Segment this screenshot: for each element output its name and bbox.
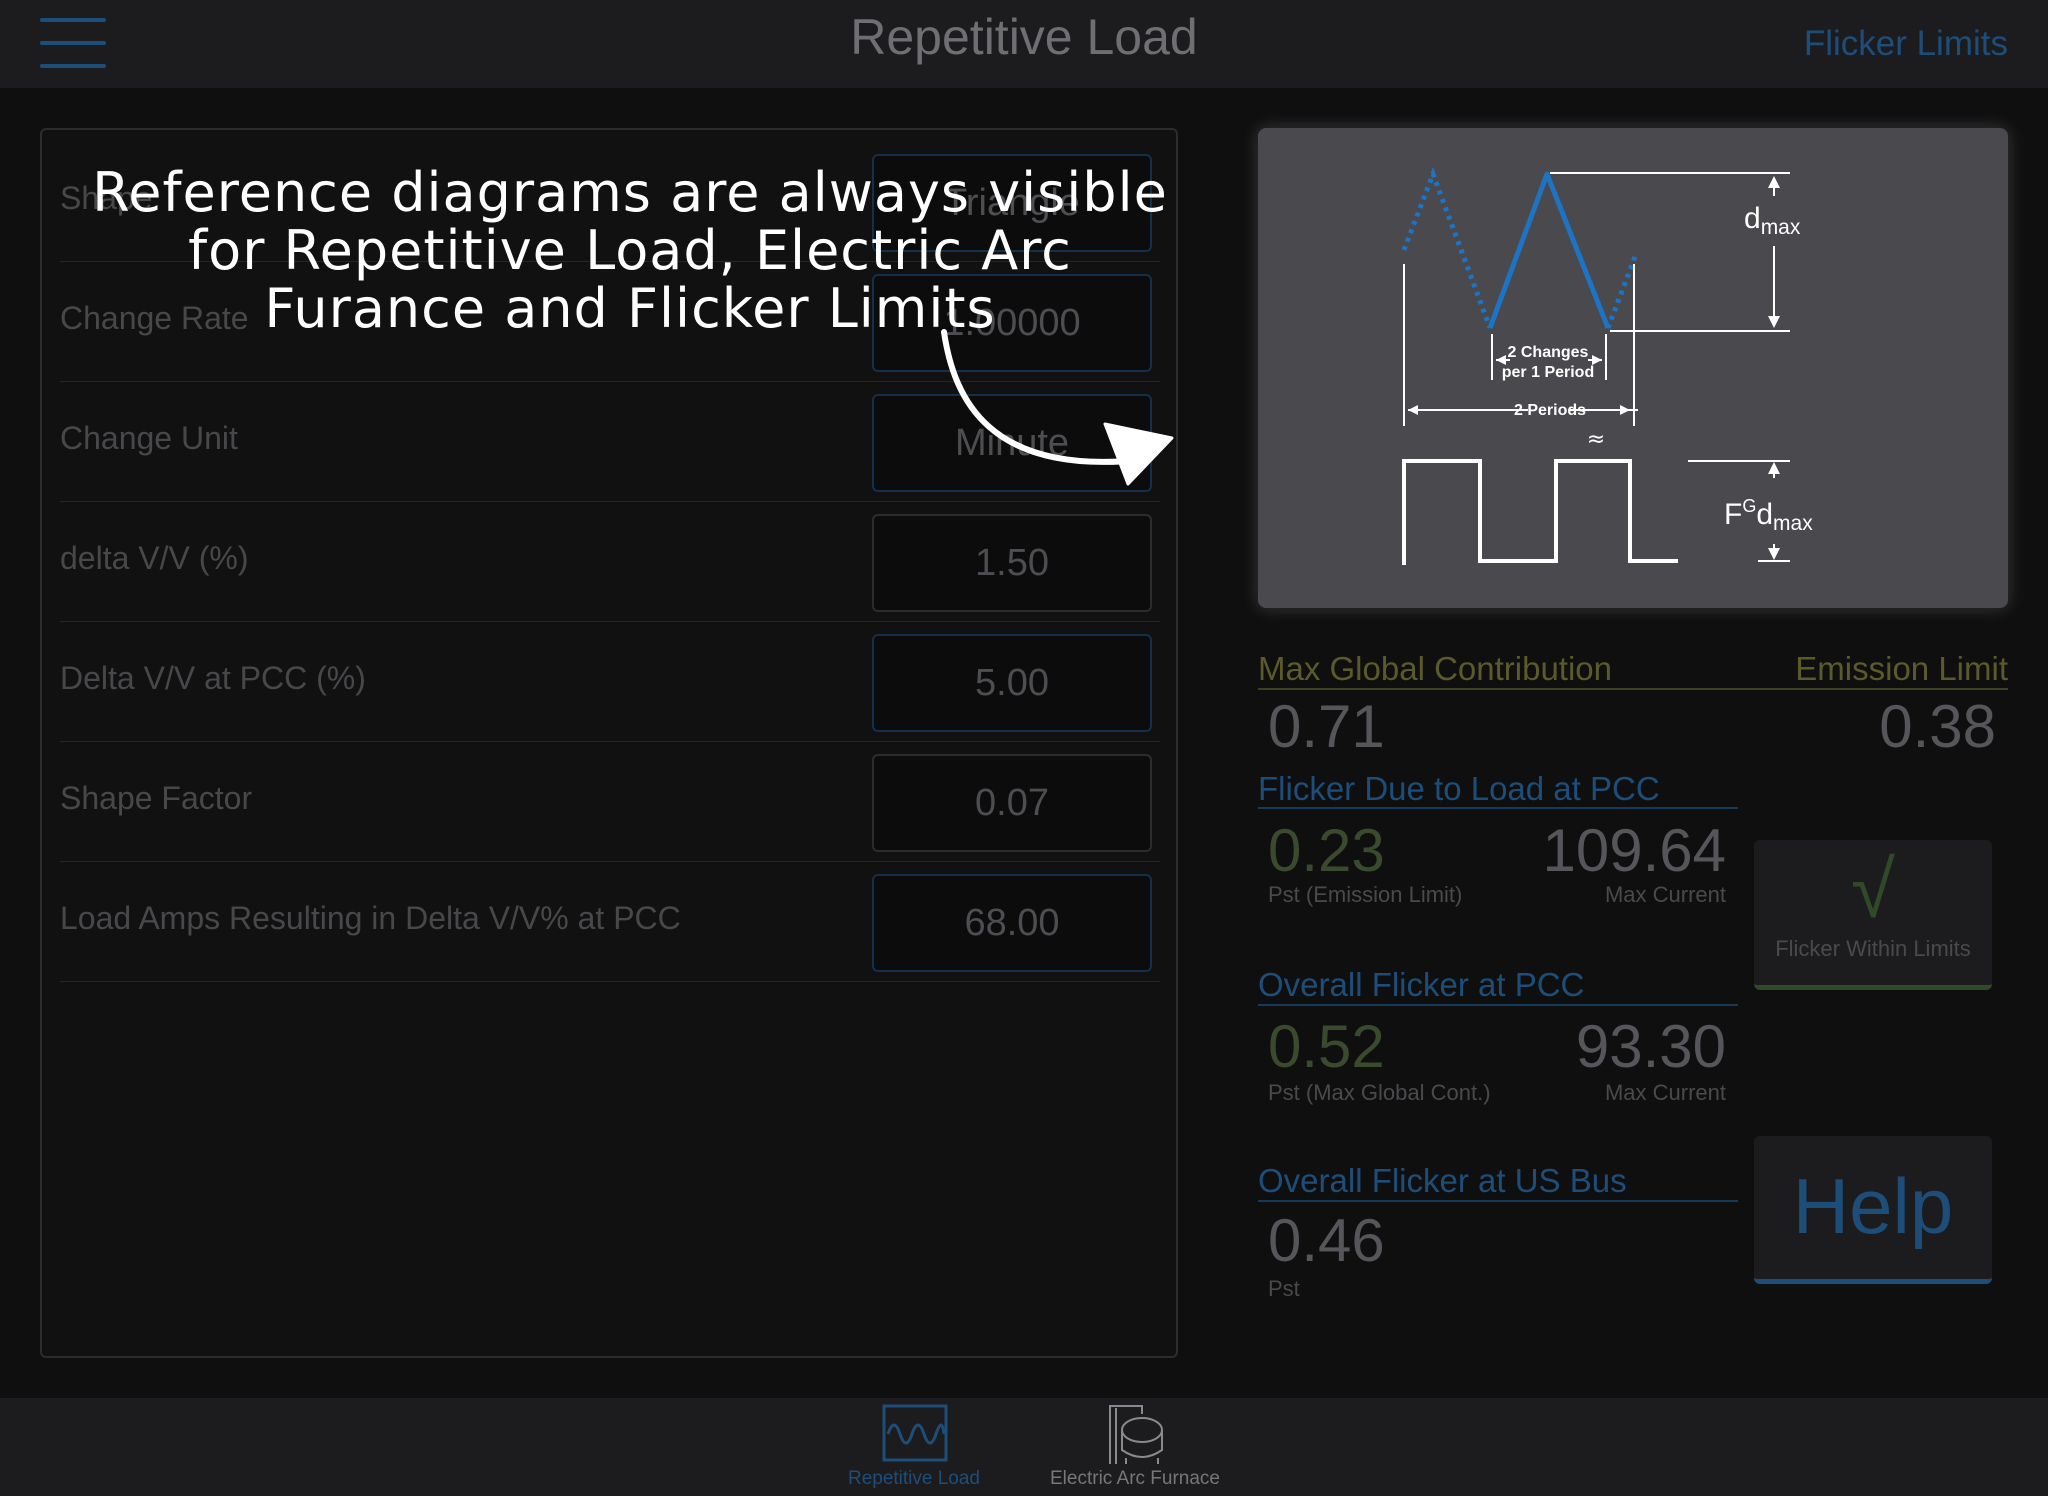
emission-limit-label: Emission Limit bbox=[1795, 650, 2008, 687]
shape-factor-input[interactable]: 0.07 bbox=[872, 754, 1152, 852]
load-amps-label: Load Amps Resulting in Delta V/V% at PCC bbox=[60, 900, 681, 936]
delta-vv-label: delta V/V (%) bbox=[60, 540, 249, 576]
waveform-diagram: dmax 2 Changes per 1 Period 2 Periods ≈ … bbox=[1401, 166, 1813, 565]
waveform-icon bbox=[882, 1404, 948, 1462]
flicker-load-pcc-pst-value: 0.23 bbox=[1268, 817, 1385, 884]
overall-flicker-pcc-divider bbox=[1258, 1004, 1738, 1006]
annotation-line-2: for Repetitive Load, Electric Arc bbox=[188, 219, 1072, 282]
tab-bar: Repetitive Load Electric Arc Furnace bbox=[0, 1398, 2048, 1496]
flicker-load-pcc-current-value: 109.64 bbox=[1542, 817, 1726, 884]
tab-electric-arc-furnace-label: Electric Arc Furnace bbox=[1050, 1468, 1220, 1489]
flicker-load-pcc-title: Flicker Due to Load at PCC bbox=[1258, 770, 1660, 807]
annotation-line-1: Reference diagrams are always visible bbox=[92, 161, 1168, 224]
form-row-delta-vv-pcc: Delta V/V at PCC (%) 5.00 bbox=[60, 622, 1160, 742]
overall-flicker-pcc-current-label: Max Current bbox=[1604, 1080, 1726, 1105]
tab-repetitive-load[interactable]: Repetitive Load bbox=[828, 1398, 1000, 1496]
form-row-load-amps: Load Amps Resulting in Delta V/V% at PCC… bbox=[60, 862, 1160, 982]
overall-flicker-pcc-pst-label: Pst (Max Global Cont.) bbox=[1268, 1080, 1491, 1105]
overall-flicker-us-bus-pst-value: 0.46 bbox=[1268, 1207, 1385, 1274]
max-global-value: 0.71 bbox=[1268, 693, 1385, 760]
approx-label: ≈ bbox=[1587, 427, 1605, 452]
furnace-icon bbox=[1109, 1405, 1163, 1464]
overall-flicker-pcc-pst-value: 0.52 bbox=[1268, 1013, 1385, 1080]
tab-electric-arc-furnace[interactable]: Electric Arc Furnace bbox=[1050, 1398, 1220, 1496]
annotation-callout: Reference diagrams are always visible fo… bbox=[60, 164, 1200, 338]
help-button[interactable]: Help bbox=[1754, 1136, 1992, 1284]
dmax-label: dmax bbox=[1744, 202, 1801, 239]
annotation-arrow-icon bbox=[941, 329, 1174, 486]
reference-diagram: dmax 2 Changes per 1 Period 2 Periods ≈ … bbox=[1258, 128, 2008, 608]
flicker-status-button[interactable]: √ Flicker Within Limits bbox=[1754, 840, 1992, 990]
overall-flicker-pcc-title: Overall Flicker at PCC bbox=[1258, 966, 1585, 1003]
shape-factor-label: Shape Factor bbox=[60, 780, 253, 816]
change-unit-label: Change Unit bbox=[60, 420, 238, 456]
flicker-load-pcc-pst-label: Pst (Emission Limit) bbox=[1268, 882, 1463, 907]
flicker-status-label: Flicker Within Limits bbox=[1775, 936, 1971, 961]
fg-dmax-label: FGdmax bbox=[1724, 496, 1813, 535]
overall-flicker-us-bus-pst-label: Pst bbox=[1268, 1276, 1300, 1301]
overall-flicker-us-bus-title: Overall Flicker at US Bus bbox=[1258, 1162, 1627, 1199]
flicker-limits-button[interactable]: Flicker Limits bbox=[1804, 24, 2008, 64]
max-global-contribution-label: Max Global Contribution bbox=[1258, 650, 1613, 687]
flicker-load-pcc-divider bbox=[1258, 807, 1738, 809]
delta-vv-input[interactable]: 1.50 bbox=[872, 514, 1152, 612]
emission-limit-value: 0.38 bbox=[1879, 693, 1996, 760]
nav-bar: Repetitive Load Flicker Limits bbox=[0, 0, 2048, 88]
periods-label: 2 Periods bbox=[1514, 402, 1586, 419]
delta-vv-pcc-input[interactable]: 5.00 bbox=[872, 634, 1152, 732]
check-icon: √ bbox=[1851, 845, 1895, 934]
form-row-delta-vv: delta V/V (%) 1.50 bbox=[60, 502, 1160, 622]
max-global-divider bbox=[1258, 688, 2008, 690]
overall-flicker-us-bus-divider bbox=[1258, 1200, 1738, 1202]
form-row-shape-factor: Shape Factor 0.07 bbox=[60, 742, 1160, 862]
flicker-load-pcc-current-label: Max Current bbox=[1604, 882, 1726, 907]
overall-flicker-pcc-current-value: 93.30 bbox=[1575, 1013, 1726, 1080]
delta-vv-pcc-label: Delta V/V at PCC (%) bbox=[60, 660, 366, 696]
page-title: Repetitive Load bbox=[850, 9, 1198, 65]
tab-repetitive-load-label: Repetitive Load bbox=[847, 1468, 981, 1489]
changes-label-2: per 1 Period bbox=[1502, 364, 1594, 381]
changes-label-1: 2 Changes bbox=[1508, 344, 1589, 361]
load-amps-input[interactable]: 68.00 bbox=[872, 874, 1152, 972]
